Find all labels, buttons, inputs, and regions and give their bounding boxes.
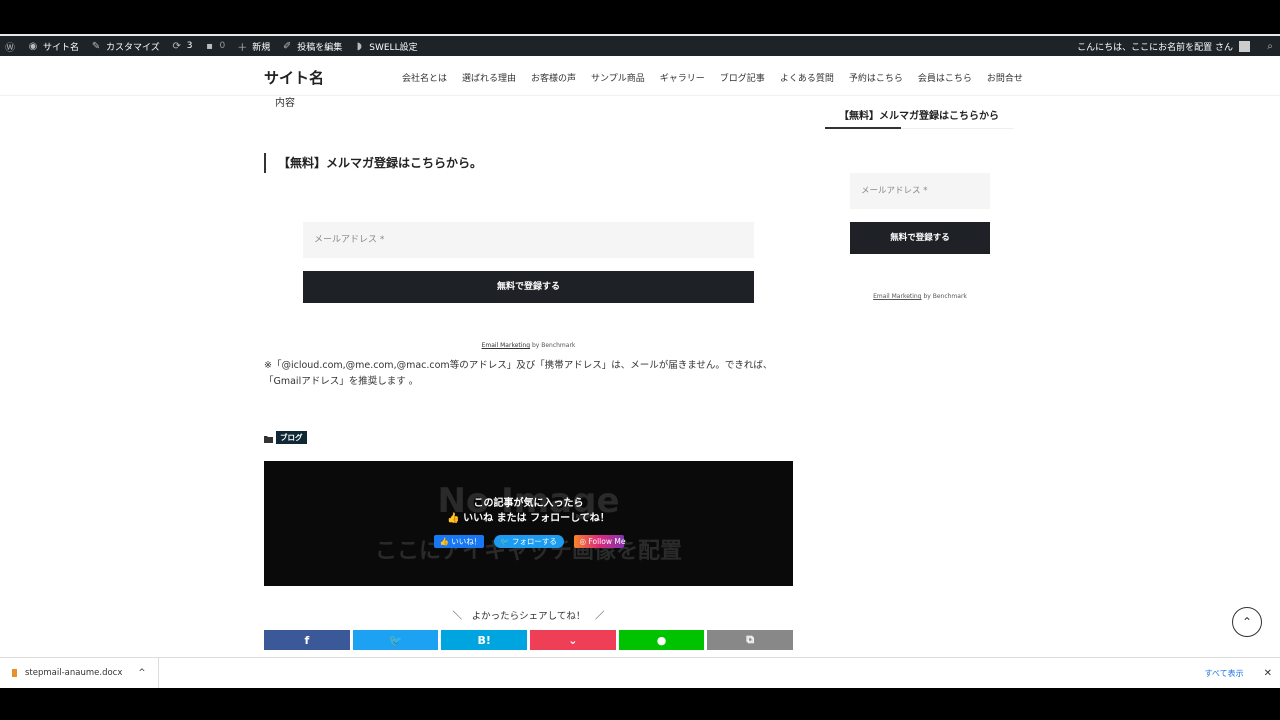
back-to-top-button[interactable]: ⌃ xyxy=(1232,607,1262,637)
chevron-up-icon[interactable]: ^ xyxy=(138,668,145,678)
sidebar-widget-title: 【無料】メルマガ登録はこちらから xyxy=(825,96,1013,129)
thumbs-up-icon: 👍 xyxy=(439,537,449,546)
admin-comments[interactable]: ▪ 0 xyxy=(203,40,225,52)
follow-box: No Image ここにアイキャッチ画像を配置 この記事が気に入ったら 👍 いい… xyxy=(264,461,793,586)
facebook-like-button[interactable]: 👍 いいね！ xyxy=(433,535,484,548)
customize-label: カスタマイズ xyxy=(106,42,160,53)
close-icon[interactable]: ✕ xyxy=(1264,668,1272,679)
line-icon: ● xyxy=(656,633,667,647)
post-category: ブログ xyxy=(264,428,307,447)
comment-icon: ▪ xyxy=(206,40,213,52)
updates-icon: ⟳ xyxy=(172,40,181,52)
share-copy-button[interactable]: ⧉ xyxy=(707,630,794,650)
nav-item[interactable]: ブログ記事 xyxy=(720,71,765,84)
sidebar-benchmark-credit: Email Marketing by Benchmark xyxy=(825,293,1015,300)
benchmark-by: by Benchmark xyxy=(921,293,967,300)
share-pocket-button[interactable]: ⌄ xyxy=(530,630,616,650)
nav-item[interactable]: お問合せ xyxy=(987,71,1023,84)
admin-edit-post[interactable]: ✐ 投稿を編集 xyxy=(281,40,342,53)
subscribe-button[interactable]: 無料で登録する xyxy=(303,271,754,303)
download-filename: stepmail-anaume.docx xyxy=(25,668,123,678)
email-note: ※「@icloud.com,@me.com,@mac.com等のアドレス」及び「… xyxy=(264,360,773,387)
share-buttons: f 🐦 B! ⌄ ● ⧉ xyxy=(264,630,794,650)
site-name-label: サイト名 xyxy=(43,42,80,53)
fb-label: いいね！ xyxy=(451,537,482,546)
twitter-icon: 🐦 xyxy=(500,537,510,546)
chevron-up-icon: ⌃ xyxy=(1241,615,1253,629)
folder-icon xyxy=(264,428,273,447)
new-label: 新規 xyxy=(252,42,271,53)
site-header: サイト名 会社名とは 選ばれる理由 お客様の声 サンプル商品 ギャラリー ブログ… xyxy=(0,56,1280,96)
brush-icon: ✎ xyxy=(91,40,101,52)
updates-count: 3 xyxy=(186,41,193,51)
nav-item[interactable]: よくある質問 xyxy=(780,71,834,84)
admin-greeting[interactable]: こんにちは、ここにお名前を配置 さん xyxy=(1077,40,1233,53)
edit-post-label: 投稿を編集 xyxy=(297,42,343,53)
instagram-follow-button[interactable]: ◎ Follow Me xyxy=(573,535,626,548)
swell-icon: ◗ xyxy=(356,40,362,52)
category-tag[interactable]: ブログ xyxy=(276,431,307,444)
global-nav: 会社名とは 選ばれる理由 お客様の声 サンプル商品 ギャラリー ブログ記事 よく… xyxy=(402,71,1038,84)
content-label: 内容 xyxy=(275,98,295,109)
admin-new[interactable]: ＋ 新規 xyxy=(236,40,271,54)
site-logo[interactable]: サイト名 xyxy=(264,67,324,88)
copy-icon: ⧉ xyxy=(746,633,755,646)
show-all-button[interactable]: すべて表示 xyxy=(1204,668,1243,679)
nav-item[interactable]: 会員はこちら xyxy=(918,71,972,84)
file-icon xyxy=(12,669,17,677)
admin-swell[interactable]: ◗ SWELL設定 xyxy=(353,40,418,53)
nav-item[interactable]: 選ばれる理由 xyxy=(462,71,516,84)
dashboard-icon: ◉ xyxy=(28,40,38,52)
download-item[interactable]: stepmail-anaume.docx ^ xyxy=(0,658,159,688)
sidebar: 【無料】メルマガ登録はこちらから メールアドレス * 無料で登録する Email… xyxy=(825,96,1013,300)
avatar[interactable] xyxy=(1239,40,1250,52)
admin-site-name[interactable]: ◉ サイト名 xyxy=(27,40,79,53)
email-marketing-link[interactable]: Email Marketing xyxy=(873,293,921,300)
screen-top-band xyxy=(0,0,1280,36)
wp-admin-bar: Ⓦ ◉ サイト名 ✎ カスタマイズ ⟳ 3 ▪ 0 ＋新規 ✐ 投稿を編集 ◗ SWELL設… xyxy=(0,36,1280,56)
plus-icon: ＋ xyxy=(237,42,248,54)
share-twitter-button[interactable]: 🐦 xyxy=(352,630,439,650)
follow-buttons: 👍 いいね！ 🐦 フォローする ◎ Follow Me xyxy=(264,535,793,548)
sidebar-subscribe-button[interactable]: 無料で登録する xyxy=(850,222,990,254)
nav-item[interactable]: ギャラリー xyxy=(660,71,705,84)
download-bar: stepmail-anaume.docx ^ すべて表示 ✕ xyxy=(0,657,1280,688)
follow-line2-text: いいね または フォローしてね！ xyxy=(463,513,610,524)
swell-label: SWELL設定 xyxy=(369,42,418,53)
benchmark-credit: Email Marketing by Benchmark xyxy=(264,342,793,349)
facebook-icon: f xyxy=(304,633,310,647)
twitter-follow-button[interactable]: 🐦 フォローする xyxy=(493,535,564,548)
ig-label: Follow Me xyxy=(588,537,626,546)
share-facebook-button[interactable]: f xyxy=(264,630,350,650)
screen-bottom-band xyxy=(0,688,1280,720)
page: サイト名 会社名とは 選ばれる理由 お客様の声 サンプル商品 ギャラリー ブログ… xyxy=(0,56,1280,657)
nav-item[interactable]: 会社名とは xyxy=(402,71,447,84)
admin-customize[interactable]: ✎ カスタマイズ xyxy=(90,40,160,53)
thumbs-up-icon: 👍 xyxy=(447,513,464,524)
wordpress-icon: Ⓦ xyxy=(5,42,15,54)
instagram-icon: ◎ xyxy=(579,537,587,546)
nav-item[interactable]: 予約はこちら xyxy=(849,71,903,84)
nav-item[interactable]: お客様の声 xyxy=(531,71,576,84)
benchmark-by: by Benchmark xyxy=(530,342,576,349)
email-input[interactable]: メールアドレス * xyxy=(303,222,754,258)
comments-count: 0 xyxy=(219,41,226,51)
email-marketing-link[interactable]: Email Marketing xyxy=(482,342,530,349)
nav-item[interactable]: サンプル商品 xyxy=(591,71,645,84)
twitter-icon: 🐦 xyxy=(388,633,403,647)
wp-logo-button[interactable]: Ⓦ xyxy=(4,40,16,54)
follow-line2: 👍 いいね または フォローしてね！ xyxy=(264,509,793,524)
pocket-icon: ⌄ xyxy=(568,633,578,647)
sidebar-email-input[interactable]: メールアドレス * xyxy=(850,173,990,209)
tw-label: フォローする xyxy=(511,537,557,546)
admin-updates[interactable]: ⟳ 3 xyxy=(171,40,193,52)
hatena-icon: B! xyxy=(477,633,491,647)
pencil-icon: ✐ xyxy=(283,40,292,52)
newsletter-heading: 【無料】メルマガ登録はこちらから。 xyxy=(264,153,482,173)
follow-line1: この記事が気に入ったら xyxy=(473,498,584,509)
share-line-button[interactable]: ● xyxy=(618,630,705,650)
share-hatena-button[interactable]: B! xyxy=(441,630,528,650)
search-icon[interactable]: ⌕ xyxy=(1264,40,1276,52)
share-label: ＼ よかったらシェアしてね！ ／ xyxy=(452,611,605,622)
